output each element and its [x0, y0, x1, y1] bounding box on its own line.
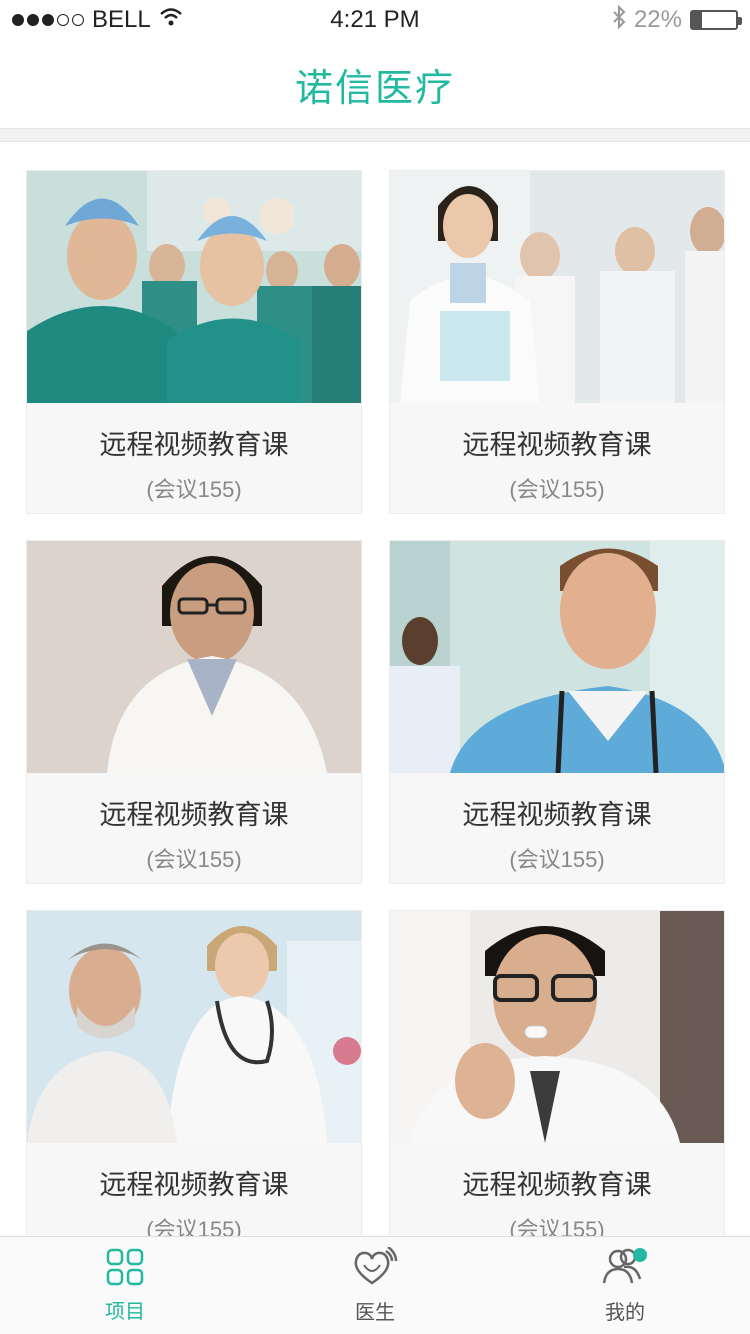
doctor-holding-pill-photo — [390, 911, 724, 1143]
card-title: 远程视频教育课 — [99, 1170, 289, 1200]
card-title: 远程视频教育课 — [99, 430, 289, 460]
course-card[interactable]: 远程视频教育课 (会议155) — [389, 170, 725, 514]
doctor-with-clipboard-photo — [390, 171, 724, 403]
course-card[interactable]: 远程视频教育课 (会议155) — [26, 170, 362, 514]
bottom-tab-bar: 项目 医生 我的 — [0, 1236, 750, 1334]
card-subtitle: (会议155) — [509, 477, 605, 502]
bluetooth-icon — [612, 4, 626, 36]
battery-icon — [690, 10, 742, 30]
course-card[interactable]: 远程视频教育课 (会议155) — [26, 540, 362, 884]
card-subtitle: (会议155) — [509, 847, 605, 872]
young-doctor-glasses-photo — [27, 541, 361, 773]
card-title: 远程视频教育课 — [462, 430, 652, 460]
tab-doctors[interactable]: 医生 — [250, 1237, 500, 1334]
battery-percent: 22% — [633, 6, 682, 33]
tab-label: 我的 — [605, 1301, 645, 1324]
card-title: 远程视频教育课 — [462, 1170, 652, 1200]
grid-icon — [106, 1248, 144, 1291]
tab-projects[interactable]: 项目 — [0, 1237, 250, 1334]
card-subtitle: (会议155) — [146, 477, 242, 502]
status-bar: BELL 4:21 PM 22% — [0, 0, 750, 40]
tab-mine[interactable]: 我的 — [500, 1237, 750, 1334]
surgical-team-photo — [27, 171, 361, 403]
users-icon — [602, 1247, 648, 1292]
card-title: 远程视频教育课 — [462, 800, 652, 830]
wifi-icon — [159, 6, 183, 34]
tab-label: 项目 — [105, 1300, 145, 1323]
card-subtitle: (会议155) — [146, 847, 242, 872]
status-left: BELL — [12, 6, 183, 34]
page-title: 诺信医疗 — [294, 67, 455, 110]
nurse-scrubs-photo — [390, 541, 724, 773]
carrier-label: BELL — [92, 6, 151, 33]
doctor-with-patient-photo — [27, 911, 361, 1143]
nav-header: 诺信医疗 — [0, 40, 750, 128]
course-grid: 远程视频教育课 (会议155) 远程视频教育课 (会议155) 远程视频教育课 … — [26, 170, 725, 1254]
card-title: 远程视频教育课 — [99, 800, 289, 830]
header-divider — [0, 128, 750, 142]
course-card[interactable]: 远程视频教育课 (会议155) — [26, 910, 362, 1254]
tab-label: 医生 — [355, 1301, 395, 1324]
heart-stethoscope-icon — [352, 1245, 398, 1292]
signal-strength-icon — [12, 14, 84, 26]
status-right: 22% — [612, 4, 742, 36]
course-card[interactable]: 远程视频教育课 (会议155) — [389, 540, 725, 884]
course-card[interactable]: 远程视频教育课 (会议155) — [389, 910, 725, 1254]
